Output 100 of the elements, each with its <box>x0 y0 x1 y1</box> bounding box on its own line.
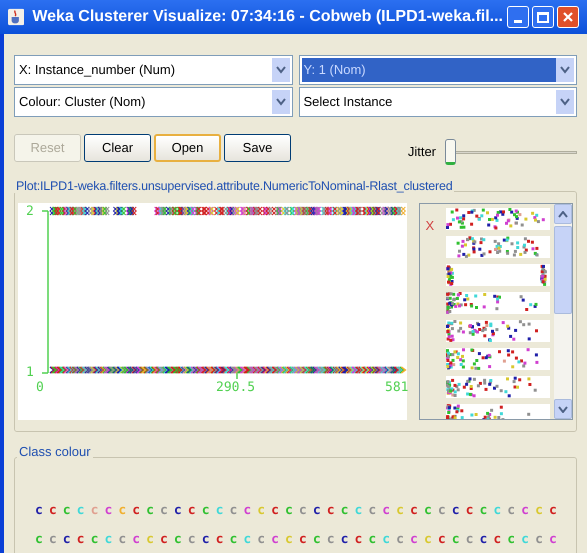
class-colour-label: c <box>354 533 364 546</box>
toolbar-button[interactable]: Save <box>224 134 291 162</box>
class-colour-label: c <box>188 533 197 546</box>
x-axis <box>236 373 238 379</box>
chevron-down-icon <box>276 98 286 106</box>
class-colour-label: c <box>174 533 183 546</box>
class-colour-label: c <box>35 533 44 546</box>
class-colour-label: c <box>298 504 308 517</box>
toolbar-button[interactable]: Open <box>154 134 221 162</box>
class-colour-label: c <box>243 533 252 546</box>
class-colour-label: c <box>118 533 128 546</box>
class-colour-label: c <box>548 533 558 546</box>
class-colour-label: c <box>298 533 308 546</box>
class-colour-label: c <box>146 533 155 546</box>
class-colour-label: c <box>438 504 447 517</box>
chevron-down-icon <box>558 406 568 412</box>
class-colour-label: c <box>368 504 378 517</box>
class-colour-label: c <box>118 504 128 517</box>
dropdown[interactable]: X: Instance_number (Num) <box>14 55 292 85</box>
class-colour-label: c <box>410 533 419 546</box>
toolbar-button[interactable]: Clear <box>84 134 151 162</box>
close-button[interactable] <box>557 6 579 28</box>
jitter-slider[interactable] <box>445 139 577 165</box>
slider-thumb[interactable] <box>445 139 456 165</box>
class-colour-label: c <box>396 504 405 517</box>
dropdown[interactable]: Colour: Cluster (Nom) <box>14 87 292 117</box>
class-colour-label: c <box>285 533 294 546</box>
class-colour-label: c <box>312 533 322 546</box>
class-colour-label: c <box>76 504 86 517</box>
class-colour-label: c <box>466 533 474 546</box>
chevron-down-icon <box>560 66 570 74</box>
class-colour-label: c <box>48 533 58 546</box>
x-tick-label: 0 <box>36 381 44 394</box>
class-colour-label: c <box>521 504 530 517</box>
close-icon <box>562 11 574 23</box>
class-colour-label: c <box>35 504 44 517</box>
class-colour-label: c <box>104 533 114 546</box>
chevron-down-icon <box>560 98 570 106</box>
class-colour-label: c <box>271 504 280 517</box>
class-colour-label: c <box>382 533 392 546</box>
class-colour-label: c <box>466 504 474 517</box>
class-colour-label: c <box>216 533 224 546</box>
class-colour-label: c <box>396 533 405 546</box>
jitter-label: Jitter <box>408 143 436 162</box>
class-colour-label: c <box>76 533 86 546</box>
class-colour-label: c <box>160 533 169 546</box>
class-colour-label: c <box>62 504 72 517</box>
class-colour-label: c <box>382 504 392 517</box>
class-colour-label: c <box>424 533 433 546</box>
class-colour-label: c <box>174 504 183 517</box>
class-colour-label: c <box>480 504 488 517</box>
class-colour-label: c <box>243 504 252 517</box>
class-colour-label: c <box>229 504 238 517</box>
class-colour-label: c <box>424 504 433 517</box>
class-colour-label: c <box>188 504 197 517</box>
dropdown[interactable]: Select Instance <box>298 87 577 117</box>
class-colour-label: c <box>507 533 516 546</box>
maximize-button[interactable] <box>532 6 554 28</box>
class-colour-label: c <box>340 533 350 546</box>
dropdown[interactable]: Y: 1 (Nom) <box>298 55 577 85</box>
class-colour-label: c <box>493 504 502 517</box>
class-colour-label: c <box>132 533 142 546</box>
selected-axis-marker: X <box>426 218 434 233</box>
class-colour-label: c <box>257 504 266 517</box>
class-colour-label: c <box>452 533 461 546</box>
class-colour-label: c <box>326 533 336 546</box>
class-colour-label: c <box>548 504 558 517</box>
x-tick-label: 290.5 <box>216 381 256 394</box>
class-colour-label: c <box>257 533 266 546</box>
class-colour-label: c <box>90 533 100 546</box>
class-colour-label: c <box>493 533 502 546</box>
class-colour-label: c <box>271 533 280 546</box>
y-tick-label: 1 <box>26 366 34 379</box>
scrollbar[interactable] <box>554 204 572 419</box>
class-colour-label: c <box>535 533 544 546</box>
class-colour-label: c <box>326 504 336 517</box>
class-colour-label: c <box>48 504 58 517</box>
minimize-button[interactable] <box>507 6 529 28</box>
class-colour-label: c <box>132 504 142 517</box>
class-colour-label: c <box>340 504 350 517</box>
class-colour-label: c <box>521 533 530 546</box>
class-colour-label: c <box>202 533 211 546</box>
class-colour-title: Class colour <box>17 444 93 459</box>
class-colour-label: c <box>312 504 322 517</box>
class-colour-label: c <box>160 504 169 517</box>
class-colour-label: c <box>368 533 378 546</box>
class-colour-label: c <box>410 504 419 517</box>
x-tick-label: 581 <box>385 381 408 394</box>
class-colour-label: c <box>146 504 155 517</box>
class-colour-label: c <box>229 533 238 546</box>
coffee-cup-icon <box>8 8 24 26</box>
class-colour-label: c <box>354 504 364 517</box>
class-colour-label: c <box>216 504 224 517</box>
class-colour-label: c <box>452 504 461 517</box>
class-colour-label: c <box>104 504 114 517</box>
class-colour-label: c <box>535 504 544 517</box>
class-colour-label: c <box>285 504 294 517</box>
class-colour-label: c <box>438 533 447 546</box>
chevron-down-icon <box>276 66 286 74</box>
chevron-up-icon <box>558 210 568 218</box>
